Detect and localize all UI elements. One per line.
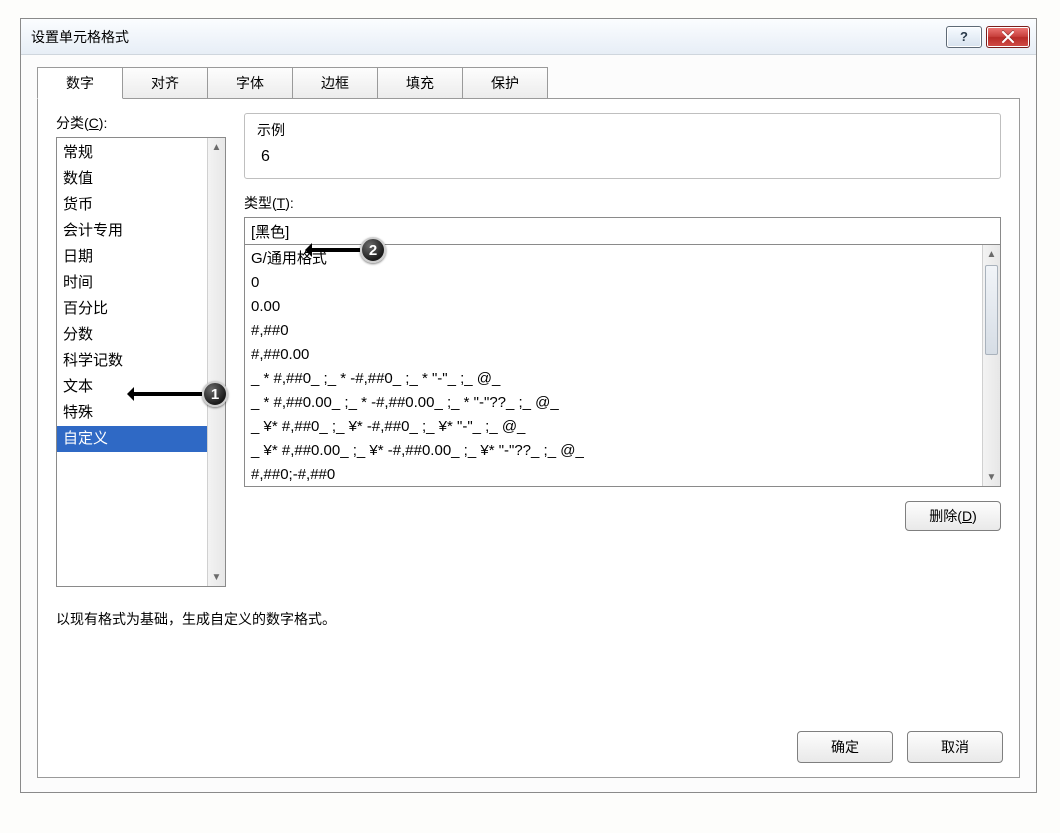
sample-label: 示例 — [257, 120, 988, 140]
format-item[interactable]: _ ¥* #,##0_ ;_ ¥* -#,##0_ ;_ ¥* "-"_ ;_ … — [245, 415, 982, 439]
format-item[interactable]: 0 — [245, 271, 982, 295]
number-tab-panel: 分类(C): 常规数值货币会计专用日期时间百分比分数科学记数文本特殊自定义 ▲ … — [37, 98, 1020, 778]
format-item[interactable]: _ * #,##0_ ;_ * -#,##0_ ;_ * "-"_ ;_ @_ — [245, 367, 982, 391]
help-button[interactable]: ? — [946, 26, 982, 48]
category-item[interactable]: 自定义 — [57, 426, 207, 452]
format-item[interactable]: #,##0.00 — [245, 343, 982, 367]
category-item[interactable]: 特殊 — [57, 400, 207, 426]
category-item[interactable]: 文本 — [57, 374, 207, 400]
format-item[interactable]: G/通用格式 — [245, 247, 982, 271]
tab-protection[interactable]: 保护 — [462, 67, 548, 99]
category-item[interactable]: 百分比 — [57, 296, 207, 322]
category-item[interactable]: 货币 — [57, 192, 207, 218]
scroll-down-icon[interactable]: ▼ — [208, 568, 225, 586]
close-button[interactable] — [986, 26, 1030, 48]
category-item[interactable]: 科学记数 — [57, 348, 207, 374]
category-listbox[interactable]: 常规数值货币会计专用日期时间百分比分数科学记数文本特殊自定义 ▲ ▼ — [56, 137, 226, 587]
scroll-up-icon[interactable]: ▲ — [983, 245, 1000, 263]
tab-alignment[interactable]: 对齐 — [122, 67, 208, 99]
category-item[interactable]: 常规 — [57, 140, 207, 166]
dialog-title: 设置单元格格式 — [31, 27, 129, 47]
format-item[interactable]: #,##0;-#,##0 — [245, 463, 982, 486]
tab-fill[interactable]: 填充 — [377, 67, 463, 99]
format-item[interactable]: _ ¥* #,##0.00_ ;_ ¥* -#,##0.00_ ;_ ¥* "-… — [245, 439, 982, 463]
ok-button[interactable]: 确定 — [797, 731, 893, 763]
format-cells-dialog: 设置单元格格式 ? 数字 对齐 字体 边框 填充 保护 — [20, 18, 1037, 793]
close-icon — [1002, 31, 1014, 43]
format-item[interactable]: #,##0 — [245, 319, 982, 343]
category-item[interactable]: 日期 — [57, 244, 207, 270]
format-listbox[interactable]: G/通用格式00.00#,##0#,##0.00_ * #,##0_ ;_ * … — [244, 245, 1001, 487]
tab-border[interactable]: 边框 — [292, 67, 378, 99]
category-item[interactable]: 数值 — [57, 166, 207, 192]
cancel-button[interactable]: 取消 — [907, 731, 1003, 763]
tab-number[interactable]: 数字 — [37, 67, 123, 99]
format-item[interactable]: _ * #,##0.00_ ;_ * -#,##0.00_ ;_ * "-"??… — [245, 391, 982, 415]
category-item[interactable]: 时间 — [57, 270, 207, 296]
titlebar: 设置单元格格式 ? — [21, 19, 1036, 55]
delete-button[interactable]: 删除(D) — [905, 501, 1001, 531]
category-item[interactable]: 分数 — [57, 322, 207, 348]
sample-value: 6 — [257, 148, 988, 166]
tab-strip: 数字 对齐 字体 边框 填充 保护 — [37, 67, 1020, 99]
help-icon: ? — [960, 29, 968, 44]
scroll-up-icon[interactable]: ▲ — [208, 138, 225, 156]
sample-group: 示例 6 — [244, 113, 1001, 179]
category-item[interactable]: 会计专用 — [57, 218, 207, 244]
type-label: 类型(T): — [244, 193, 1001, 213]
type-input[interactable] — [244, 217, 1001, 245]
scroll-down-icon[interactable]: ▼ — [983, 468, 1000, 486]
category-scrollbar[interactable]: ▲ ▼ — [207, 138, 225, 586]
tab-font[interactable]: 字体 — [207, 67, 293, 99]
custom-format-hint: 以现有格式为基础，生成自定义的数字格式。 — [56, 609, 1001, 629]
format-scrollbar[interactable]: ▲ ▼ — [982, 245, 1000, 486]
category-label: 分类(C): — [56, 113, 226, 133]
format-item[interactable]: 0.00 — [245, 295, 982, 319]
